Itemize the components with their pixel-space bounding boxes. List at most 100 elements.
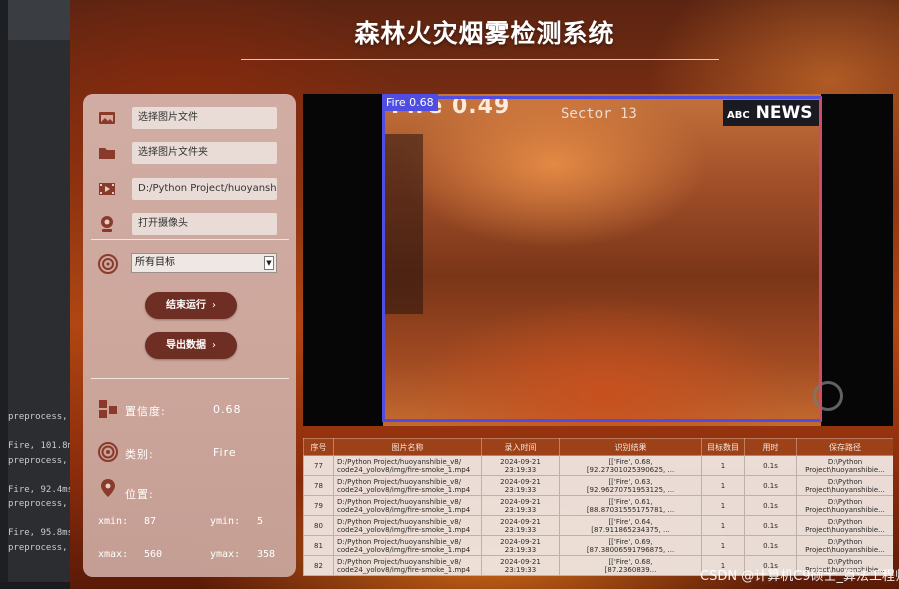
console-line: Fire, 95.8ms	[8, 528, 70, 538]
camera-icon	[97, 214, 117, 234]
target-select-value: 所有目标	[135, 257, 175, 268]
image-file-icon	[97, 108, 117, 128]
cell-time: 2024-09-21 23:19:33	[481, 495, 560, 516]
cell-result: [['Fire', 0.68, [92.27301025390625, ...	[559, 455, 702, 476]
app-title: 森林火灾烟雾检测系统	[354, 19, 615, 48]
cell-image-name: D:/Python Project/huoyanshibie_v8/ code2…	[333, 515, 482, 536]
position-label: 位置:	[125, 488, 154, 501]
cell-image-name: D:/Python Project/huoyanshibie_v8/ code2…	[333, 535, 482, 556]
cell-count: 1	[701, 495, 745, 516]
detection-bounding-box	[382, 96, 822, 422]
header-image-name[interactable]: 图片名称	[333, 438, 482, 456]
ide-gutter	[0, 0, 8, 589]
ide-console-output: preprocess, Fire, 101.8m preprocess, Fir…	[8, 410, 70, 555]
cell-result: [['Fire', 0.61, [88.87031555175781, ...	[559, 495, 702, 516]
cell-time: 2024-09-21 23:19:33	[481, 555, 560, 576]
ymax-label: ymax:	[210, 549, 241, 560]
cell-result: [['Fire', 0.69, [87.38006591796875, ...	[559, 535, 702, 556]
cell-save-path: D:\Python Project\huoyanshibie...	[796, 475, 893, 496]
select-image-folder-button[interactable]: 选择图片文件夹	[132, 142, 277, 164]
table-row[interactable]: 78 D:/Python Project/huoyanshibie_v8/ cod…	[303, 475, 893, 496]
header-time[interactable]: 录入时间	[481, 438, 560, 456]
cell-count: 1	[701, 515, 745, 536]
stop-run-label: 结束运行	[166, 300, 206, 311]
ide-toolbar	[8, 0, 70, 40]
cell-result: [['Fire', 0.64, [87.911865234375, ...	[559, 515, 702, 536]
header-duration[interactable]: 用时	[744, 438, 797, 456]
target-select-dropdown[interactable]: 所有目标 ▼	[131, 253, 277, 273]
cell-save-path: D:\Python Project\huoyanshibie...	[796, 455, 893, 476]
cell-duration: 0.1s	[744, 535, 797, 556]
export-data-label: 导出数据	[166, 340, 206, 351]
dropdown-arrow-icon[interactable]: ▼	[264, 256, 274, 270]
table-row[interactable]: 80 D:/Python Project/huoyanshibie_v8/ cod…	[303, 515, 893, 536]
cell-image-name: D:/Python Project/huoyanshibie_v8/ code2…	[333, 455, 482, 476]
export-data-button[interactable]: 导出数据 ›	[145, 332, 237, 359]
header-result[interactable]: 识别结果	[559, 438, 702, 456]
csdn-watermark: CSDN @计算机C9硕士_算法工程师	[700, 569, 899, 584]
category-value: Fire	[213, 446, 237, 459]
cell-id: 80	[303, 515, 334, 536]
cell-duration: 0.1s	[744, 475, 797, 496]
table-header-row: 序号 图片名称 录入时间 识别结果 目标数目 用时 保存路径	[303, 438, 893, 456]
open-camera-row[interactable]: 打开摄像头	[83, 213, 296, 235]
panel-divider	[91, 378, 289, 379]
confidence-label: 置信度:	[125, 405, 166, 418]
console-line: Fire, 101.8m	[8, 441, 70, 451]
table-row[interactable]: 79 D:/Python Project/huoyanshibie_v8/ cod…	[303, 495, 893, 516]
video-file-row[interactable]: D:/Python Project/huoyanshibie	[83, 178, 296, 200]
detection-label: Fire 0.68	[382, 94, 438, 111]
detection-app-window: 森林火灾烟雾检测系统 选择图片文件 选择图片文件夹 D:/Python Proj…	[70, 0, 899, 589]
console-line: preprocess,	[8, 455, 68, 466]
title-underline	[241, 59, 719, 60]
cell-image-name: D:/Python Project/huoyanshibie_v8/ code2…	[333, 475, 482, 496]
header-id[interactable]: 序号	[303, 438, 334, 456]
cell-id: 81	[303, 535, 334, 556]
cell-count: 1	[701, 475, 745, 496]
cell-time: 2024-09-21 23:19:33	[481, 515, 560, 536]
xmin-label: xmin:	[98, 516, 129, 527]
header-count[interactable]: 目标数目	[701, 438, 745, 456]
category-label: 类别:	[125, 448, 154, 461]
cell-duration: 0.1s	[744, 515, 797, 536]
cell-id: 78	[303, 475, 334, 496]
console-line: preprocess,	[8, 542, 68, 553]
header-save-path[interactable]: 保存路径	[796, 438, 893, 456]
select-image-file-row[interactable]: 选择图片文件	[83, 107, 296, 129]
panel-divider	[91, 239, 289, 240]
cell-time: 2024-09-21 23:19:33	[481, 475, 560, 496]
location-pin-icon	[97, 477, 119, 499]
cell-count: 1	[701, 455, 745, 476]
cell-result: [['Fire', 0.68, [87.2360839...	[559, 555, 702, 576]
cell-image-name: D:/Python Project/huoyanshibie_v8/ code2…	[333, 555, 482, 576]
cell-id: 79	[303, 495, 334, 516]
cell-time: 2024-09-21 23:19:33	[481, 535, 560, 556]
ide-console-strip: preprocess, Fire, 101.8m preprocess, Fir…	[0, 0, 70, 589]
stop-run-button[interactable]: 结束运行 ›	[145, 292, 237, 319]
chevron-right-icon: ›	[212, 340, 216, 351]
target-icon	[97, 253, 118, 274]
table-row[interactable]: 81 D:/Python Project/huoyanshibie_v8/ cod…	[303, 535, 893, 556]
ymin-label: ymin:	[210, 516, 241, 527]
cell-id: 77	[303, 455, 334, 476]
cell-save-path: D:\Python Project\huoyanshibie...	[796, 535, 893, 556]
select-image-file-button[interactable]: 选择图片文件	[132, 107, 277, 129]
category-icon	[97, 441, 119, 463]
ymin-value: 5	[257, 516, 264, 527]
console-line: preprocess,	[8, 412, 68, 422]
video-path-field[interactable]: D:/Python Project/huoyanshibie	[132, 178, 277, 200]
console-line: Fire, 92.4ms	[8, 484, 70, 495]
open-camera-button[interactable]: 打开摄像头	[132, 213, 277, 235]
xmax-value: 560	[144, 549, 163, 560]
ide-statusbar	[0, 582, 70, 589]
cell-count: 1	[701, 535, 745, 556]
results-table[interactable]: 序号 图片名称 录入时间 识别结果 目标数目 用时 保存路径 77 D:/Pyth…	[303, 438, 893, 579]
select-image-folder-row[interactable]: 选择图片文件夹	[83, 142, 296, 164]
cell-image-name: D:/Python Project/huoyanshibie_v8/ code2…	[333, 495, 482, 516]
cell-result: [['Fire', 0.63, [92.96270751953125, ...	[559, 475, 702, 496]
table-row[interactable]: 77 D:/Python Project/huoyanshibie_v8/ cod…	[303, 455, 893, 476]
folder-icon	[97, 143, 117, 163]
